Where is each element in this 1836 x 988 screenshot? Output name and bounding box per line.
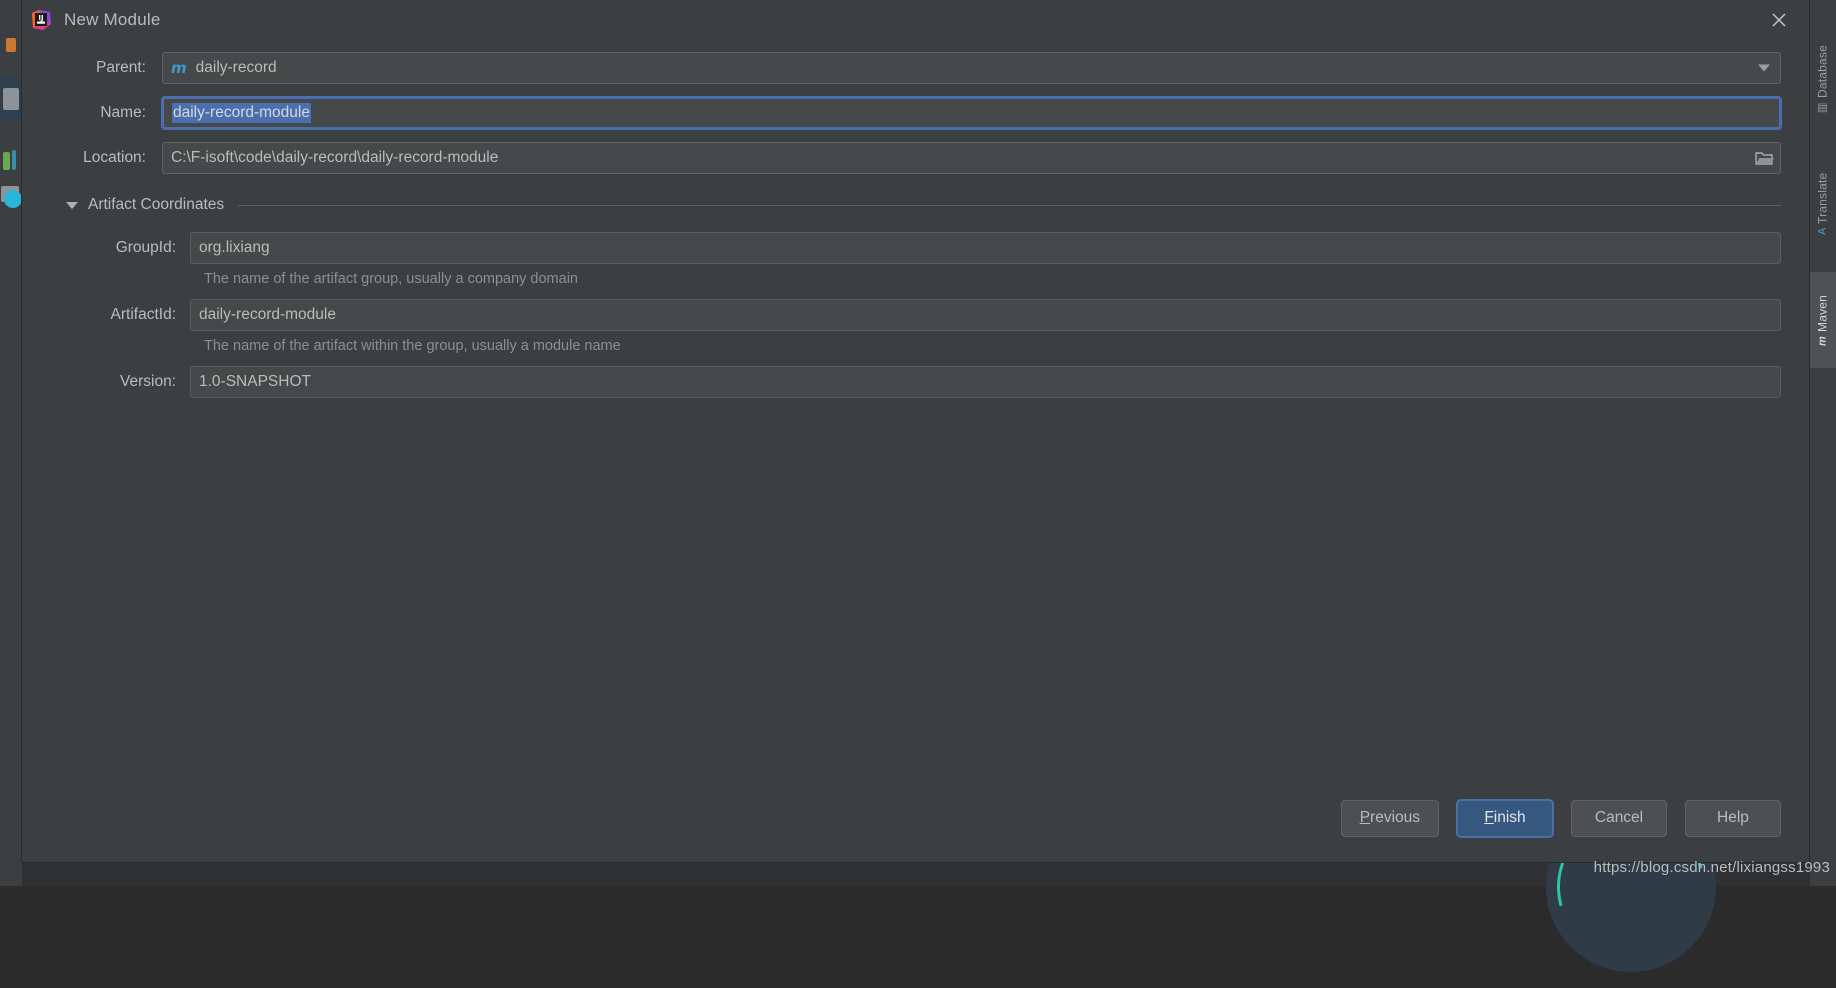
name-input[interactable]: daily-record-module [162,97,1781,129]
help-button[interactable]: Help [1685,800,1781,837]
artifact-coordinates-title: Artifact Coordinates [88,196,224,214]
finish-button-mnemonic: F [1484,809,1493,827]
sidebar-tab-translate-label: Translate [1816,173,1830,224]
svg-text:IJ: IJ [38,14,43,22]
groupid-input[interactable]: org.lixiang [190,232,1781,264]
parent-label: Parent: [50,59,162,77]
version-value: 1.0-SNAPSHOT [199,373,311,391]
previous-button-mnemonic: P [1360,809,1370,827]
watermark: https://blog.csdn.net/lixiangss1993 [1594,859,1830,876]
name-row: Name: daily-record-module [50,97,1781,129]
artifact-coordinates-header[interactable]: Artifact Coordinates [66,196,1781,214]
finish-button[interactable]: Finish [1457,800,1553,837]
help-button-label: Help [1717,809,1749,827]
sidebar-tab-database[interactable]: ▤ Database [1809,24,1836,136]
ide-icon-teal-bar [12,150,16,170]
previous-button-label: revious [1370,809,1420,827]
artifactid-row: ArtifactId: daily-record-module [50,299,1781,331]
location-value: C:\F-isoft\code\daily-record\daily-recor… [171,149,498,167]
sidebar-tab-maven[interactable]: m Maven [1809,272,1836,368]
intellij-idea-logo-icon: IJ [30,9,52,31]
groupid-value: org.lixiang [199,239,270,257]
dialog-footer: Previous Finish Cancel Help [22,790,1809,862]
chevron-down-icon[interactable] [1758,65,1770,72]
parent-combobox[interactable]: m daily-record [162,52,1781,84]
finish-button-label: inish [1494,809,1526,827]
artifactid-input[interactable]: daily-record-module [190,299,1781,331]
dialog-body: Parent: m daily-record Name: daily-recor… [22,40,1809,790]
cancel-button-label: Cancel [1595,809,1643,827]
folder-icon[interactable] [1752,146,1776,170]
parent-row: Parent: m daily-record [50,52,1781,84]
ide-left-toolbar [0,0,22,886]
name-label: Name: [50,104,162,122]
ide-icon-green [3,152,10,170]
groupid-row: GroupId: org.lixiang [50,232,1781,264]
version-row: Version: 1.0-SNAPSHOT [50,366,1781,398]
close-icon[interactable] [1749,0,1809,40]
artifactid-value: daily-record-module [199,306,336,324]
artifactid-hint: The name of the artifact within the grou… [204,338,1781,354]
ide-icon-gray [3,88,19,110]
artifactid-label: ArtifactId: [50,306,190,324]
maven-icon: m [1817,336,1829,346]
ide-backdrop: ▤ Database A Translate m Maven IJ [0,0,1836,886]
dialog-title: New Module [64,10,161,30]
version-input[interactable]: 1.0-SNAPSHOT [190,366,1781,398]
name-value: daily-record-module [172,103,311,123]
ide-icon-orange [6,38,16,52]
ide-right-toolbar: ▤ Database A Translate m Maven [1809,0,1836,886]
section-divider [238,205,1781,206]
maven-module-icon: m [171,59,187,77]
triangle-down-icon[interactable] [66,202,78,209]
version-label: Version: [50,373,190,391]
translate-icon: A [1817,228,1829,236]
ide-icon-cyan-circle [4,190,22,208]
location-row: Location: C:\F-isoft\code\daily-record\d… [50,142,1781,174]
sidebar-tab-database-label: Database [1816,45,1830,98]
location-label: Location: [50,149,162,167]
dialog-title-bar: IJ New Module [22,0,1809,40]
previous-button[interactable]: Previous [1341,800,1439,837]
groupid-hint: The name of the artifact group, usually … [204,271,1781,287]
parent-value: daily-record [196,59,277,77]
database-icon: ▤ [1816,102,1829,115]
cancel-button[interactable]: Cancel [1571,800,1667,837]
location-input[interactable]: C:\F-isoft\code\daily-record\daily-recor… [162,142,1781,174]
new-module-dialog: IJ New Module Parent: m daily-record [22,0,1809,862]
groupid-label: GroupId: [50,239,190,257]
sidebar-tab-maven-label: Maven [1816,295,1830,332]
sidebar-tab-translate[interactable]: A Translate [1809,148,1836,260]
